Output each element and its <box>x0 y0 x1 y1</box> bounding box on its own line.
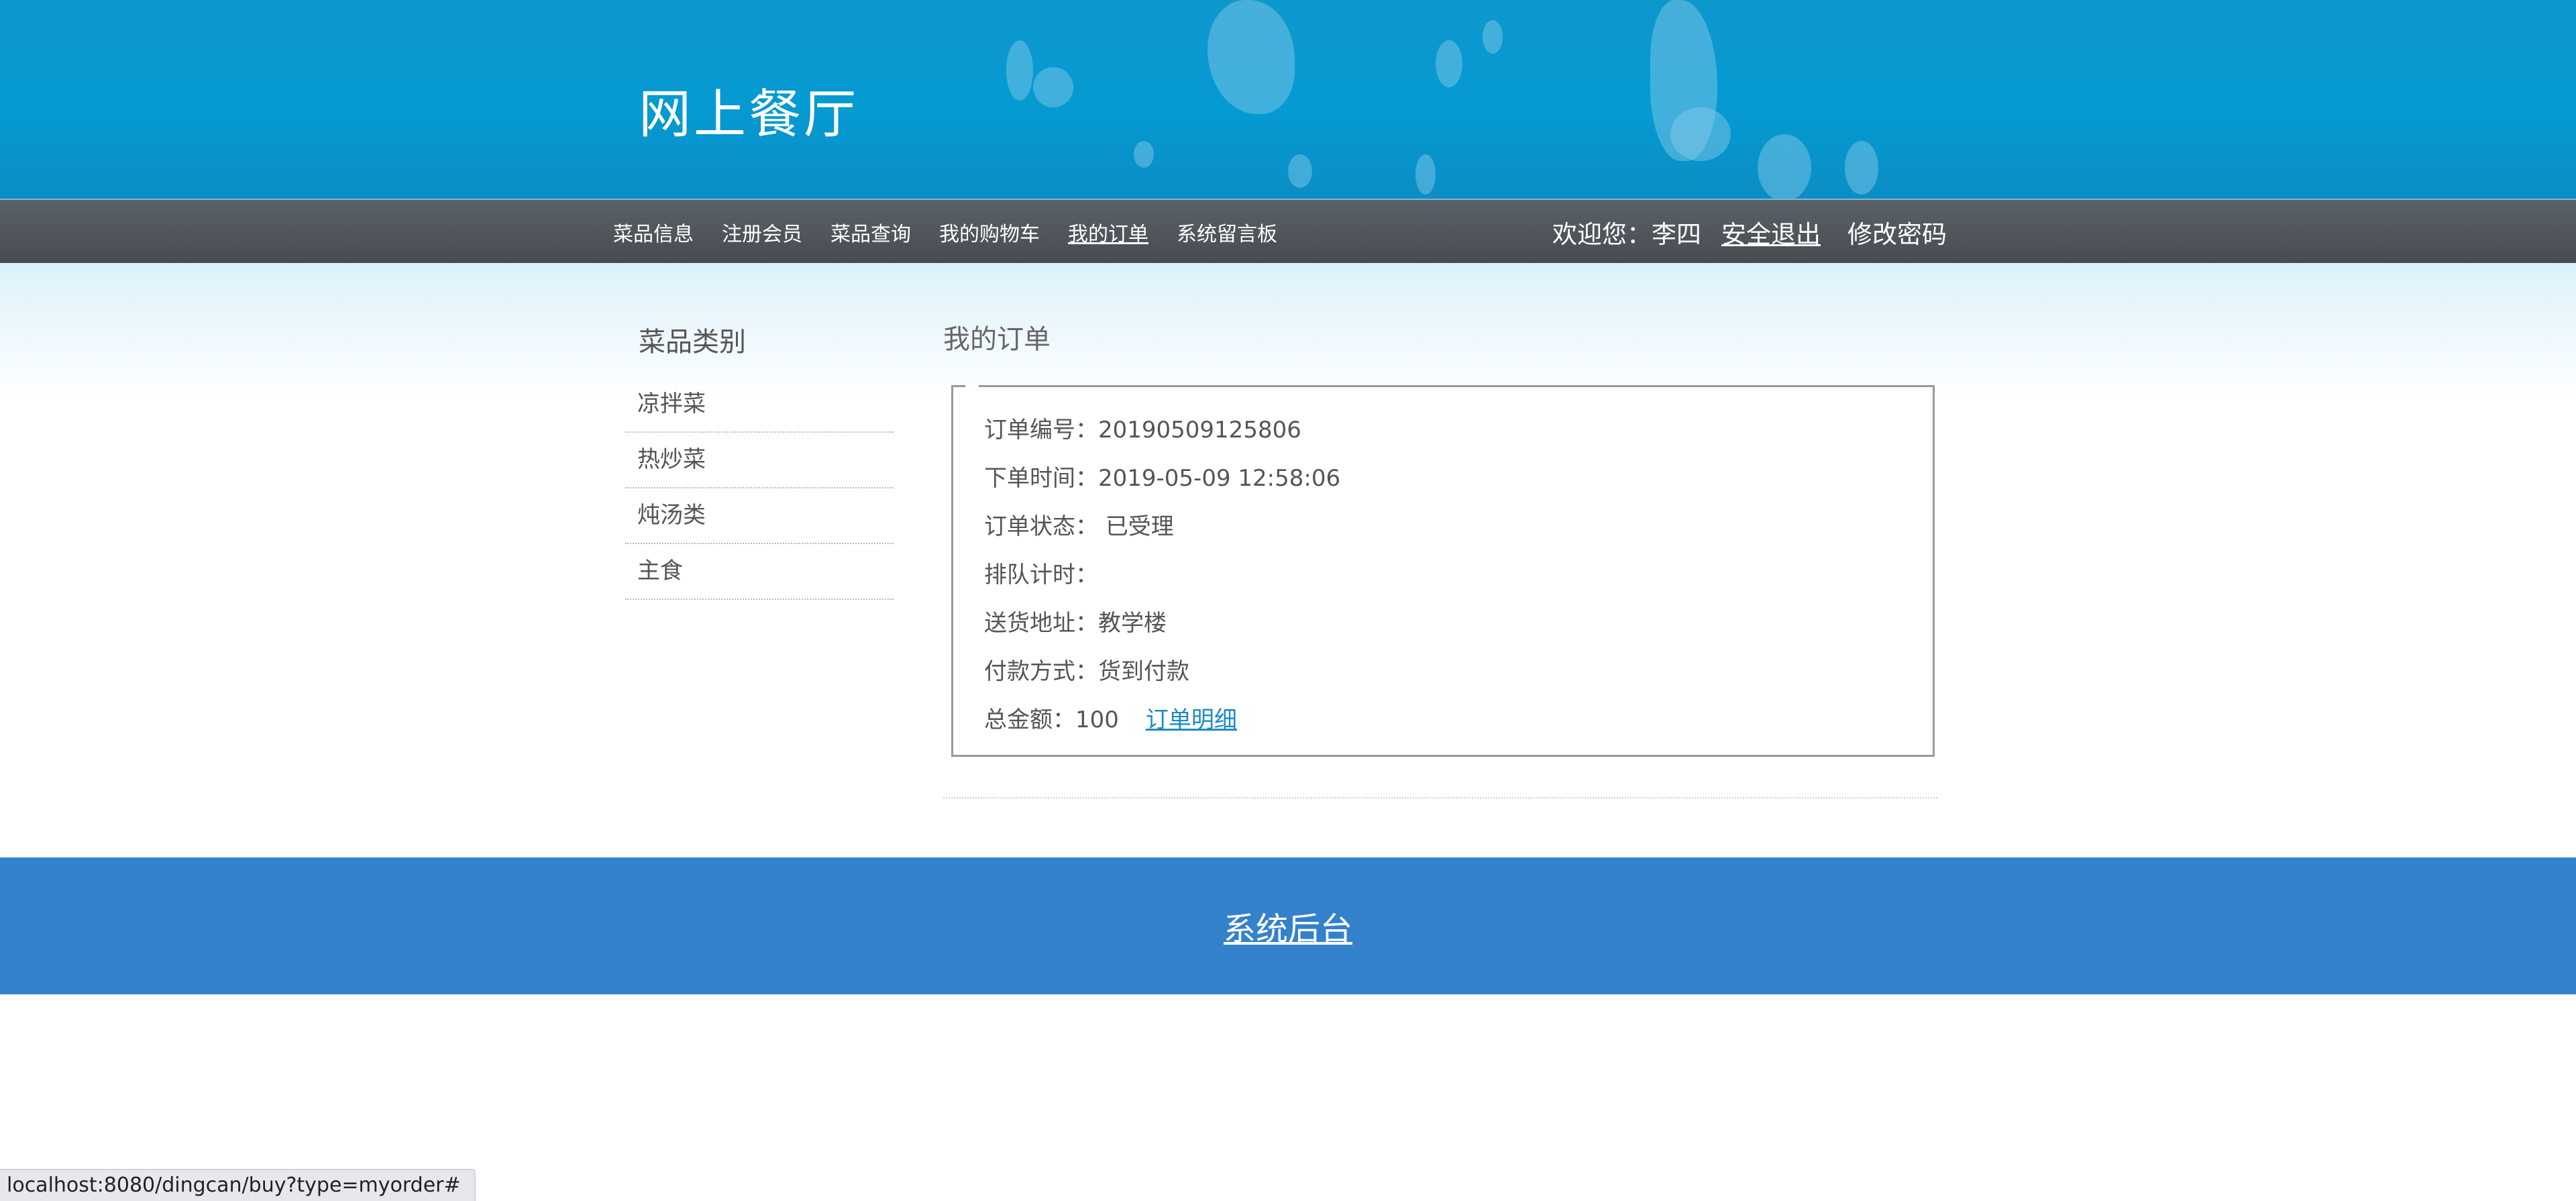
nav-link-dish-info[interactable]: 菜品信息 <box>613 217 694 247</box>
nav-links: 菜品信息 注册会员 菜品查询 我的购物车 我的订单 系统留言板 <box>613 200 1305 264</box>
header-banner: 网上餐厅 <box>0 0 2576 199</box>
sidebar-title: 菜品类别 <box>639 327 746 358</box>
main-panel: 我的订单 订单编号：20190509125806 下单时间：2019-05-09… <box>943 319 1939 757</box>
nav-link-my-orders[interactable]: 我的订单 <box>1068 217 1148 247</box>
order-status-row: 订单状态： 已受理 <box>984 503 1933 551</box>
category-item-cold-dishes[interactable]: 凉拌菜 <box>625 377 894 433</box>
order-id-value: 20190509125806 <box>1098 417 1301 443</box>
welcome-text: 欢迎您：李四 <box>1552 220 1701 249</box>
order-status-value: 已受理 <box>1105 513 1174 540</box>
nav-link-register[interactable]: 注册会员 <box>722 217 802 247</box>
total-amount-value: 100 <box>1075 707 1119 733</box>
change-password-link[interactable]: 修改密码 <box>1847 214 1947 250</box>
category-list: 凉拌菜 热炒菜 炖汤类 主食 <box>625 377 894 600</box>
category-item-staple-food[interactable]: 主食 <box>625 544 894 600</box>
category-item-stir-fry[interactable]: 热炒菜 <box>625 433 894 488</box>
order-detail-link[interactable]: 订单明细 <box>1146 707 1237 733</box>
browser-status-url: localhost:8080/dingcan/buy?type=myorder# <box>0 1169 476 1201</box>
payment-method-row: 付款方式：货到付款 <box>984 647 1933 696</box>
payment-method-label: 付款方式： <box>984 658 1098 685</box>
order-time-row: 下单时间：2019-05-09 12:58:06 <box>984 454 1933 503</box>
category-item-soups[interactable]: 炖汤类 <box>625 488 894 544</box>
order-id-label: 订单编号： <box>984 417 1098 443</box>
nav-link-cart[interactable]: 我的购物车 <box>939 217 1040 247</box>
payment-method-value: 货到付款 <box>1098 658 1189 685</box>
queue-timer-row: 排队计时： <box>984 551 1933 599</box>
logout-link[interactable]: 安全退出 <box>1721 214 1821 250</box>
page: 网上餐厅 菜品信息 注册会员 菜品查询 我的购物车 我的订单 系统留言板 欢迎您… <box>0 0 2576 1201</box>
nav-link-dish-search[interactable]: 菜品查询 <box>830 217 911 247</box>
user-menu: 欢迎您：李四 安全退出 修改密码 <box>1552 200 1974 264</box>
main-divider <box>943 797 1937 798</box>
queue-timer-label: 排队计时： <box>984 562 1098 588</box>
order-card: 订单编号：20190509125806 下单时间：2019-05-09 12:5… <box>951 385 1935 757</box>
category-sidebar: 菜品类别 凉拌菜 热炒菜 炖汤类 主食 <box>625 322 894 600</box>
page-title: 我的订单 <box>943 324 1051 355</box>
delivery-address-label: 送货地址： <box>984 610 1098 637</box>
order-id-row: 订单编号：20190509125806 <box>984 406 1933 454</box>
order-status-label: 订单状态： <box>984 513 1098 540</box>
nav-bar: 菜品信息 注册会员 菜品查询 我的购物车 我的订单 系统留言板 欢迎您：李四 安… <box>0 199 2576 263</box>
delivery-address-row: 送货地址：教学楼 <box>984 599 1933 647</box>
order-time-value: 2019-05-09 12:58:06 <box>1098 465 1341 492</box>
footer: 系统后台 <box>0 857 2576 994</box>
delivery-address-value: 教学楼 <box>1098 610 1167 637</box>
total-amount-row: 总金额：100 订单明细 <box>984 696 1933 744</box>
site-title: 网上餐厅 <box>639 85 859 145</box>
admin-backend-link[interactable]: 系统后台 <box>1224 902 1352 949</box>
nav-link-message-board[interactable]: 系统留言板 <box>1177 217 1277 247</box>
order-time-label: 下单时间： <box>984 465 1098 492</box>
total-amount-label: 总金额： <box>984 707 1075 733</box>
